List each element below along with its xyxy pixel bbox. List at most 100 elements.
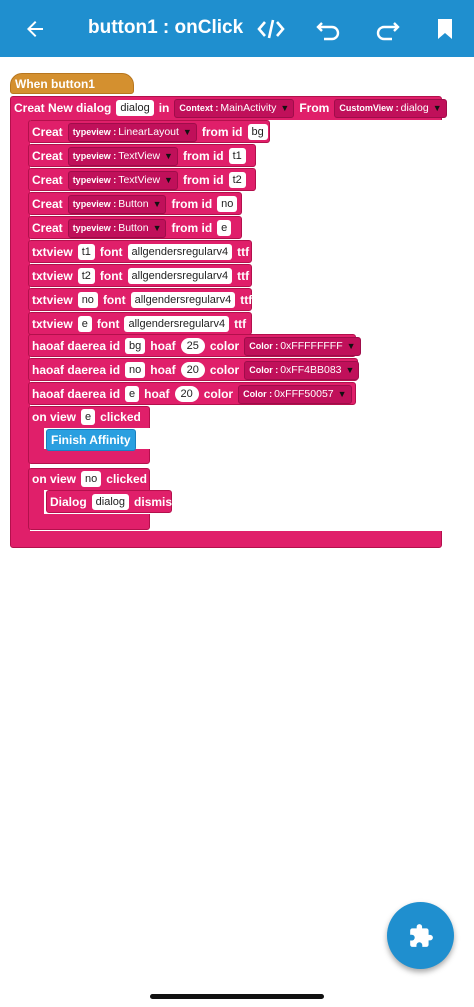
ttf-label: ttf [237, 269, 250, 283]
bookmark-icon[interactable] [428, 12, 462, 46]
creat-row: Creat typeview : TextView ▼ from id t1 [29, 145, 248, 167]
font-name-field[interactable]: allgendersregularv4 [130, 292, 236, 308]
dialog-dismiss-row: Dialog dialog dismiss [47, 491, 182, 513]
typeview-label: typeview : [72, 198, 117, 209]
font-label: font [99, 245, 123, 259]
on-view-row: on view e clicked [29, 406, 144, 428]
typeview-value: TextView [118, 149, 161, 162]
code-icon[interactable] [254, 12, 288, 46]
dropdown-arrow-icon: ▼ [164, 150, 173, 161]
dismiss-label: dismiss [134, 495, 179, 509]
view-id-field[interactable]: no [77, 292, 98, 308]
font-name-field[interactable]: allgendersregularv4 [127, 244, 233, 260]
radius-number-field[interactable]: 20 [180, 362, 205, 378]
color-value: 0xFF4BB083 [280, 363, 342, 376]
dropdown-arrow-icon: ▼ [182, 126, 192, 137]
context-value: MainActivity [220, 101, 277, 114]
customview-value: dialog [400, 101, 429, 114]
context-label: Context : [179, 102, 219, 113]
color-value: 0xFFFFFFFF [280, 339, 343, 352]
typeview-value: Button [118, 221, 149, 234]
txtview-font-row: txtview e font allgendersregularv4 ttf [29, 313, 249, 335]
color-dropdown[interactable]: Color :0xFFF50057 ▼ [238, 384, 352, 404]
creat-row: Creat typeview : TextView ▼ from id t2 [29, 169, 248, 191]
color-value: 0xFFF50057 [274, 387, 334, 400]
txtview-label: txtview [32, 269, 73, 283]
clicked-label: clicked [100, 410, 141, 424]
txtview-font-row: txtview t1 font allgendersregularv4 ttf [29, 241, 252, 263]
ttf-label: ttf [234, 317, 247, 331]
context-dropdown[interactable]: Context : MainActivity ▼ [174, 98, 295, 118]
typeview-dropdown[interactable]: typeview : TextView ▼ [67, 170, 178, 190]
view-id-field[interactable]: no [81, 471, 102, 487]
dropdown-arrow-icon: ▼ [337, 388, 347, 399]
dialog-header-row: Creat New dialog dialog in Context : Main… [11, 97, 449, 119]
home-indicator[interactable] [150, 994, 324, 999]
creat-row: Creat typeview : LinearLayout ▼ from id bg [29, 121, 270, 143]
txtview-label: txtview [32, 245, 73, 259]
color-dropdown[interactable]: Color :0xFF4BB083 ▼ [244, 360, 360, 380]
add-block-fab[interactable] [387, 902, 454, 969]
dialog-name-field[interactable]: dialog [116, 100, 154, 116]
hoaf-label: hoaf [150, 339, 176, 353]
creat-label: Creat [32, 149, 63, 163]
dropdown-arrow-icon: ▼ [432, 102, 442, 113]
in-label: in [158, 101, 170, 115]
page-title: button1 : onClick [88, 17, 244, 38]
color-label: color [203, 387, 234, 401]
font-label: font [96, 317, 120, 331]
haoaf-row: haoaf daerea id e hoaf 20 color Color :0… [29, 383, 354, 405]
customview-dropdown[interactable]: CustomView : dialog ▼ [334, 98, 447, 118]
font-name-field[interactable]: allgendersregularv4 [124, 316, 230, 332]
hoaf-label: hoaf [144, 387, 170, 401]
font-name-field[interactable]: allgendersregularv4 [127, 268, 233, 284]
dialog-name-field[interactable]: dialog [91, 494, 130, 510]
view-id-field[interactable]: t2 [77, 268, 95, 284]
haoaf-label: haoaf daerea id [32, 339, 121, 353]
customview-label: CustomView : [339, 102, 399, 113]
back-arrow-icon[interactable] [18, 12, 52, 46]
from-id-label: from id [201, 125, 243, 139]
radius-number-field[interactable]: 25 [180, 338, 205, 354]
color-label: color [209, 339, 240, 353]
hoaf-label: hoaf [150, 363, 176, 377]
id-field[interactable]: bg [247, 124, 268, 140]
color-dropdown-label: Color : [249, 364, 279, 375]
color-dropdown[interactable]: Color :0xFFFFFFFF ▼ [244, 336, 361, 356]
id-field[interactable]: no [217, 196, 238, 212]
creat-row: Creat typeview : Button ▼ from id e [29, 217, 233, 239]
font-label: font [102, 293, 126, 307]
view-id-field[interactable]: t1 [77, 244, 95, 260]
typeview-dropdown[interactable]: typeview : Button ▼ [67, 194, 167, 214]
from-label: From [299, 101, 330, 115]
from-id-label: from id [182, 173, 224, 187]
typeview-dropdown[interactable]: typeview : LinearLayout ▼ [67, 122, 197, 142]
creat-label: Creat [32, 221, 63, 235]
ttf-label: ttf [237, 245, 250, 259]
view-id-field[interactable]: e [77, 316, 92, 332]
event-block[interactable]: When button1 clicked [10, 73, 134, 112]
creat-row: Creat typeview : Button ▼ from id no [29, 193, 239, 215]
view-id-field[interactable]: e [81, 409, 96, 425]
view-id-field[interactable]: bg [125, 338, 146, 354]
typeview-dropdown[interactable]: typeview : TextView ▼ [67, 146, 178, 166]
haoaf-row: haoaf daerea id bg hoaf 25 color Color :… [29, 335, 363, 357]
id-field[interactable]: t2 [228, 172, 246, 188]
txtview-label: txtview [32, 293, 73, 307]
redo-icon[interactable] [370, 12, 404, 46]
view-id-field[interactable]: no [125, 362, 146, 378]
typeview-dropdown[interactable]: typeview : Button ▼ [67, 218, 167, 238]
color-label: color [209, 363, 240, 377]
typeview-value: TextView [118, 173, 161, 186]
dropdown-arrow-icon: ▼ [152, 198, 162, 209]
on-view-label: on view [32, 472, 77, 486]
view-id-field[interactable]: e [125, 386, 140, 402]
from-id-label: from id [182, 149, 224, 163]
clicked-label: clicked [106, 472, 147, 486]
radius-number-field[interactable]: 20 [174, 386, 199, 402]
creat-label: Creat [32, 197, 63, 211]
id-field[interactable]: t1 [228, 148, 246, 164]
finish-affinity-block[interactable]: Finish Affinity [46, 429, 136, 451]
undo-icon[interactable] [312, 12, 346, 46]
id-field[interactable]: e [217, 220, 232, 236]
